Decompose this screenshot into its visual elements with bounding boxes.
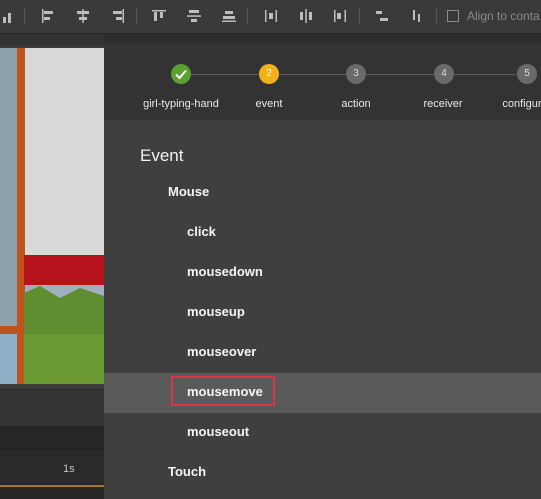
align-to-container-label: Align to conta [467,9,540,23]
step-4-label[interactable]: receiver [423,98,462,110]
toolbar-separator [359,7,360,25]
align-bottom-icon[interactable] [221,8,237,24]
step-2-label[interactable]: event [256,98,283,110]
check-icon [175,69,187,80]
canvas-area [0,34,104,389]
event-heading: Event [140,146,184,165]
wizard-steps: 2 3 4 5 girl-typing-hand event action re… [104,44,541,120]
align-right-icon[interactable] [110,8,126,24]
event-option-mouseout[interactable]: mouseout [187,424,249,439]
horizontal-ruler [0,34,104,46]
timeline-time-label: 1s [63,463,75,475]
step-3-circle[interactable]: 3 [346,64,366,84]
timeline-ruler[interactable] [0,450,104,483]
toolbar-separator [24,7,25,25]
group-touch[interactable]: Touch [168,464,206,479]
distribute-center-v-icon[interactable] [409,8,425,24]
step-3-label[interactable]: action [341,98,370,110]
step-5-label[interactable]: configura [502,98,541,110]
step-connector [454,74,517,75]
step-4-circle[interactable]: 4 [434,64,454,84]
step-connector [279,74,347,75]
event-option-click[interactable]: click [187,224,216,239]
timeline-progress [0,485,104,487]
selected-row-highlight [104,373,541,413]
step-connector [366,74,434,75]
step-2-circle[interactable]: 2 [259,64,279,84]
align-to-container-checkbox[interactable] [447,10,459,22]
align-top-icon[interactable] [151,8,167,24]
distribute-h-icon[interactable] [263,8,279,24]
event-option-mouseup[interactable]: mouseup [187,304,245,319]
step-1-done-check-icon[interactable] [171,64,191,84]
step-5-circle[interactable]: 5 [517,64,537,84]
distribute-v-icon[interactable] [374,8,390,24]
toolbar: Align to conta [0,0,541,34]
timeline-track[interactable] [0,390,104,426]
selection-outline [171,376,275,406]
interaction-wizard-panel: 2 3 4 5 girl-typing-hand event action re… [104,44,541,499]
align-left-icon[interactable] [40,8,56,24]
group-mouse[interactable]: Mouse [168,184,209,199]
step-connector [191,74,259,75]
toolbar-separator [436,7,437,25]
toolbar-separator [247,7,248,25]
stage-preview[interactable] [0,48,104,384]
step-1-label[interactable]: girl-typing-hand [143,98,219,110]
align-center-v-icon[interactable] [186,8,202,24]
stage-image [0,48,104,384]
timeline-panel: 1s [0,390,104,499]
align-center-h-icon[interactable] [75,8,91,24]
distribute-center-h-icon[interactable] [298,8,314,24]
event-option-mouseover[interactable]: mouseover [187,344,256,359]
toolbar-separator [136,7,137,25]
distribute-right-icon[interactable] [332,8,348,24]
event-option-mousedown[interactable]: mousedown [187,264,263,279]
bar-chart-icon[interactable] [2,8,18,24]
